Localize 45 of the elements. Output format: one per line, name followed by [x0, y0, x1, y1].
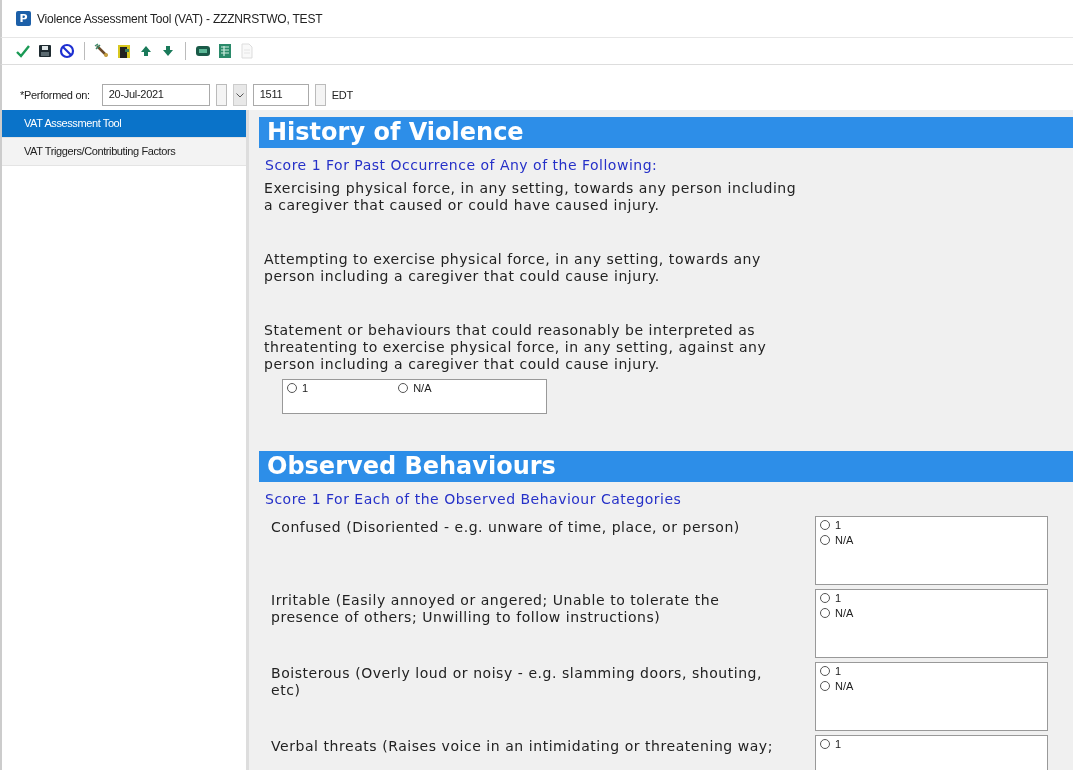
section-header: History of Violence: [259, 117, 1073, 148]
section-subtitle: Score 1 For Past Occurrence of Any of the Following:: [265, 157, 659, 174]
check-icon[interactable]: [15, 43, 31, 59]
option-label: 1: [835, 592, 842, 604]
radio-button[interactable]: [820, 535, 830, 545]
app-icon: P: [16, 11, 31, 26]
option-label: N/A: [835, 534, 854, 546]
option-label: 1: [302, 382, 309, 394]
time-field[interactable]: 1511: [252, 84, 309, 106]
sidebar-item[interactable]: VAT Assessment Tool: [2, 110, 246, 138]
prohibited-icon[interactable]: [59, 43, 75, 59]
option-label: N/A: [835, 607, 854, 619]
option-label: 1: [835, 665, 842, 677]
question-text: Verbal threats (Raises voice in an intimidating or threatening way;: [271, 737, 774, 756]
radio-button[interactable]: [820, 593, 830, 603]
criterion-text: Statement or behaviours that could reasonably be interpreted as threatenting to exercise physical force, in any setting, against any person including a caregiver that could cause injury.: [264, 322, 768, 373]
monitor-icon[interactable]: [195, 43, 211, 59]
folder-icon[interactable]: [116, 43, 132, 59]
window-title: Violence Assessment Tool (VAT) - ZZZNRSTWO, TEST: [37, 11, 323, 26]
radio-button[interactable]: [820, 666, 830, 676]
section-subtitle: Score 1 For Each of the Observed Behaviour Categories: [265, 491, 683, 508]
sidebar-item[interactable]: VAT Triggers/Contributing Factors: [2, 138, 246, 166]
option-label: N/A: [835, 680, 854, 692]
spreadsheet-icon[interactable]: [217, 43, 233, 59]
radio-button[interactable]: [287, 383, 297, 393]
performed-on-label: *Performed on:: [20, 89, 90, 101]
radio-button[interactable]: [398, 383, 409, 393]
dropdown-button[interactable]: [232, 84, 247, 106]
option-label: N/A: [413, 382, 432, 394]
caret-icon: [235, 92, 244, 98]
option-label: 1: [835, 519, 842, 531]
question-text: Boisterous (Overly loud or noisy - e.g. slamming doors, shouting, etc): [271, 664, 764, 700]
date-field[interactable]: 20-Jul-2021: [101, 84, 210, 106]
wand-icon[interactable]: [94, 43, 110, 59]
criterion-text: Exercising physical force, in any setting, towards any person including a caregiver that caused or could have caused injury.: [264, 180, 798, 214]
radio-button[interactable]: [820, 739, 830, 749]
option-label: 1: [835, 738, 842, 750]
question-text: Confused (Disoriented - e.g. unware of time, place, or person): [271, 518, 741, 537]
radio-button[interactable]: [820, 520, 830, 530]
timezone-label: EDT: [331, 89, 353, 101]
radio-button[interactable]: [820, 608, 830, 618]
criterion-text: Attempting to exercise physical force, in any setting, towards any person including a caregiver that could cause injury.: [264, 251, 762, 285]
section-header: Observed Behaviours: [259, 451, 1073, 482]
question-text: Irritable (Easily annoyed or angered; Unable to tolerate the presence of others; Unwilling to follow instructions): [271, 591, 721, 627]
radio-button[interactable]: [820, 681, 830, 691]
